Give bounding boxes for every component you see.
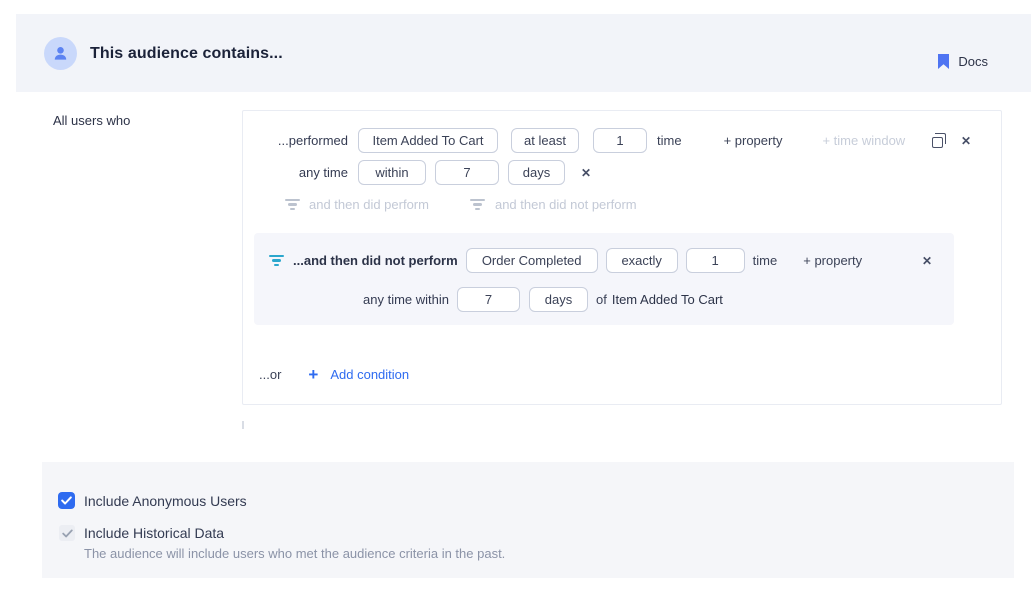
duration-unit-button[interactable]: days bbox=[508, 160, 565, 185]
then-options-row: and then did perform and then did not pe… bbox=[284, 197, 1001, 212]
remove-condition-icon[interactable]: ✕ bbox=[961, 135, 971, 147]
subcondition-row: ...and then did not perform Order Comple… bbox=[254, 248, 954, 273]
any-time-label: any time bbox=[243, 165, 348, 180]
add-property-button[interactable]: + property bbox=[724, 133, 783, 148]
plus-icon: + bbox=[308, 366, 318, 383]
historical-data-description: The audience will include users who met … bbox=[84, 546, 505, 561]
sub-any-time-within-label: any time within bbox=[254, 292, 449, 307]
sub-time-unit-label: time bbox=[753, 253, 778, 268]
add-condition-row: ...or + Add condition bbox=[259, 366, 409, 383]
funnel-icon bbox=[284, 199, 300, 211]
subcondition-panel: ...and then did not perform Order Comple… bbox=[254, 233, 954, 325]
and-then-did-not-perform-option[interactable]: and then did not perform bbox=[470, 197, 637, 212]
anonymous-users-label[interactable]: Include Anonymous Users bbox=[84, 493, 247, 509]
bookmark-icon bbox=[938, 54, 949, 69]
duration-input[interactable] bbox=[435, 160, 499, 185]
subcondition-time-row: any time within days of Item Added To Ca… bbox=[254, 287, 954, 312]
audience-header: This audience contains... Docs bbox=[16, 14, 1031, 92]
performed-row: ...performed Item Added To Cart at least… bbox=[243, 128, 1001, 153]
sub-duration-unit-button[interactable]: days bbox=[529, 287, 588, 312]
sub-event-select-button[interactable]: Order Completed bbox=[466, 248, 598, 273]
historical-data-checkbox[interactable] bbox=[59, 525, 75, 541]
performed-label: ...performed bbox=[243, 133, 348, 148]
page-title: This audience contains... bbox=[90, 45, 283, 63]
within-select-button[interactable]: within bbox=[358, 160, 426, 185]
all-users-who-label: All users who bbox=[53, 113, 130, 128]
count-input[interactable] bbox=[593, 128, 647, 153]
funnel-icon-active bbox=[268, 255, 284, 267]
remove-time-window-icon[interactable]: ✕ bbox=[581, 167, 591, 179]
sub-add-property-button[interactable]: + property bbox=[803, 253, 862, 268]
historical-data-label[interactable]: Include Historical Data bbox=[84, 525, 224, 541]
and-then-did-perform-option[interactable]: and then did perform bbox=[284, 197, 429, 212]
and-then-did-not-perform-label: and then did not perform bbox=[495, 197, 637, 212]
check-icon-gray bbox=[62, 529, 73, 538]
docs-button[interactable]: Docs bbox=[938, 54, 988, 69]
audience-options-panel: Include Anonymous Users Include Historic… bbox=[42, 462, 1014, 578]
sub-duration-input[interactable] bbox=[457, 287, 520, 312]
subcondition-label: ...and then did not perform bbox=[293, 253, 458, 268]
user-icon bbox=[52, 45, 69, 62]
and-then-did-perform-label: and then did perform bbox=[309, 197, 429, 212]
docs-label: Docs bbox=[958, 54, 988, 69]
sub-count-input[interactable] bbox=[686, 248, 745, 273]
add-condition-button[interactable]: Add condition bbox=[330, 367, 409, 382]
funnel-icon bbox=[470, 199, 486, 211]
or-label: ...or bbox=[259, 367, 281, 382]
operator-select-button[interactable]: at least bbox=[511, 128, 579, 153]
check-icon bbox=[61, 496, 72, 505]
add-time-window-button[interactable]: + time window bbox=[822, 133, 905, 148]
remove-subcondition-icon[interactable]: ✕ bbox=[922, 255, 932, 267]
of-event-label: Item Added To Cart bbox=[612, 292, 723, 307]
time-unit-label: time bbox=[657, 133, 682, 148]
sub-operator-select-button[interactable]: exactly bbox=[606, 248, 678, 273]
event-select-button[interactable]: Item Added To Cart bbox=[358, 128, 498, 153]
of-label: of bbox=[596, 292, 607, 307]
condition-panel: ...performed Item Added To Cart at least… bbox=[242, 110, 1002, 405]
anonymous-users-checkbox[interactable] bbox=[58, 492, 75, 509]
time-window-row: any time within days ✕ bbox=[243, 160, 1001, 185]
avatar bbox=[44, 37, 77, 70]
duplicate-condition-icon[interactable] bbox=[932, 137, 943, 148]
panel-tick-mark bbox=[242, 421, 244, 429]
